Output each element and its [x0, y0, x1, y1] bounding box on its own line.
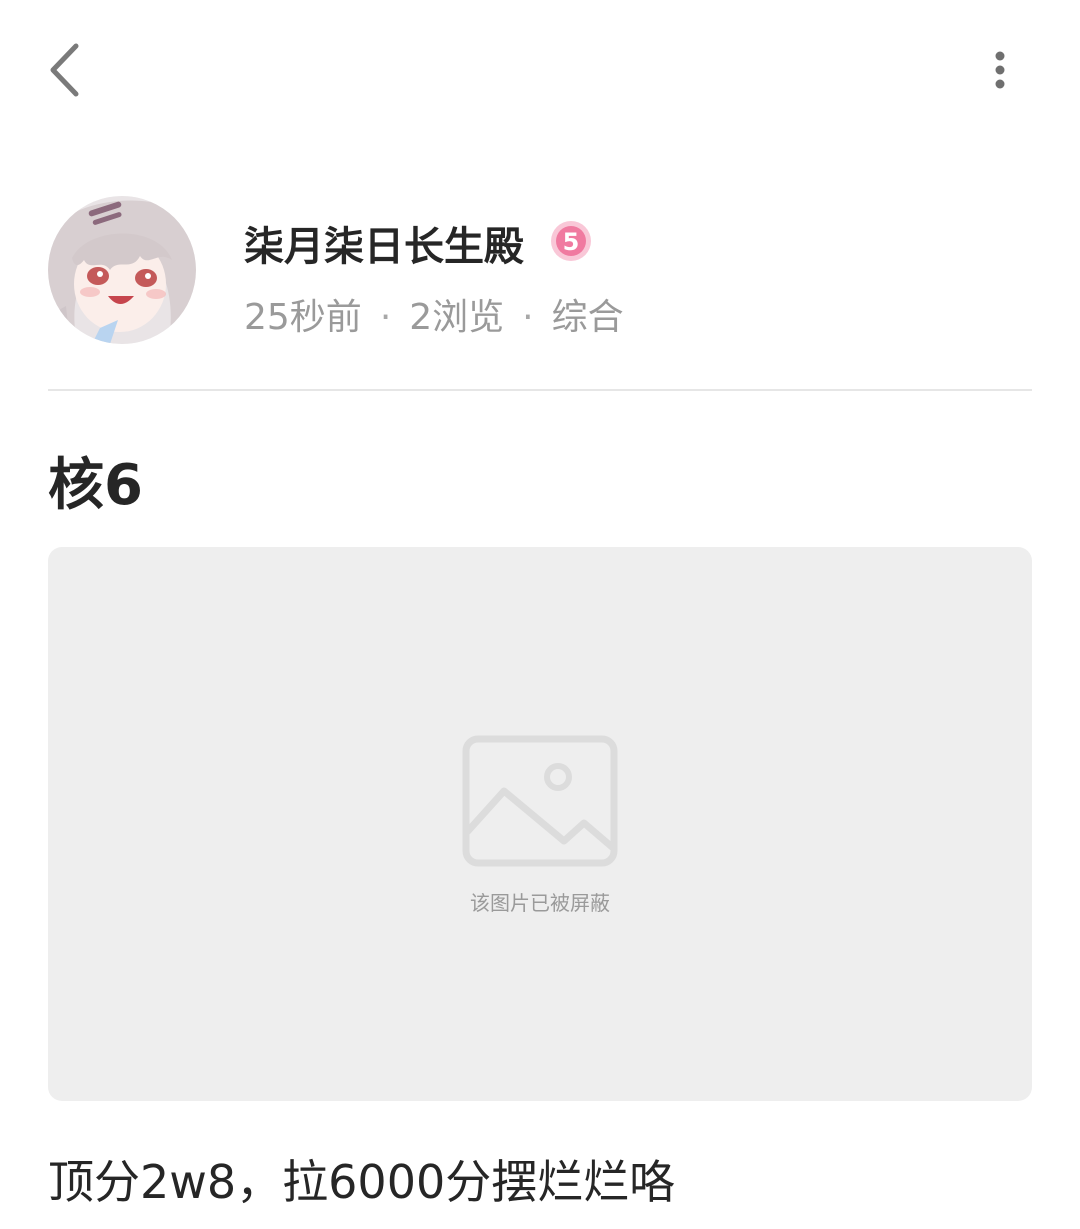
post-meta: 25秒前 · 2浏览 · 综合	[244, 288, 624, 340]
back-button[interactable]	[36, 36, 96, 104]
more-vertical-icon	[995, 51, 1005, 89]
avatar-image	[48, 196, 196, 344]
more-options-button[interactable]	[976, 40, 1024, 100]
image-placeholder-icon	[462, 735, 618, 867]
meta-separator: ·	[379, 297, 392, 338]
divider	[48, 389, 1032, 391]
chevron-left-icon	[50, 43, 79, 97]
author-info: 柒月柒日长生殿 5 25秒前 · 2浏览 · 综合	[48, 196, 1032, 344]
level-number: 5	[563, 228, 580, 256]
blocked-image-text: 该图片已被屏蔽	[470, 891, 610, 915]
post-category[interactable]: 综合	[552, 297, 624, 338]
top-bar	[0, 0, 1080, 140]
post-body: 顶分2w8，拉6000分摆烂烂咯	[48, 1155, 676, 1209]
level-badge-icon: 5	[551, 221, 591, 261]
post-detail-page: 柒月柒日长生殿 5 25秒前 · 2浏览 · 综合 核6 该图片已被屏蔽 顶分2w8，拉…	[0, 0, 1080, 1229]
post-time: 25秒前	[244, 297, 362, 338]
meta-separator: ·	[522, 297, 534, 338]
author-name[interactable]: 柒月柒日长生殿	[244, 214, 524, 272]
view-count: 2浏览	[409, 297, 505, 338]
post-title: 核6	[48, 453, 143, 518]
blocked-image[interactable]: 该图片已被屏蔽	[48, 547, 1032, 1101]
avatar[interactable]	[48, 196, 196, 344]
